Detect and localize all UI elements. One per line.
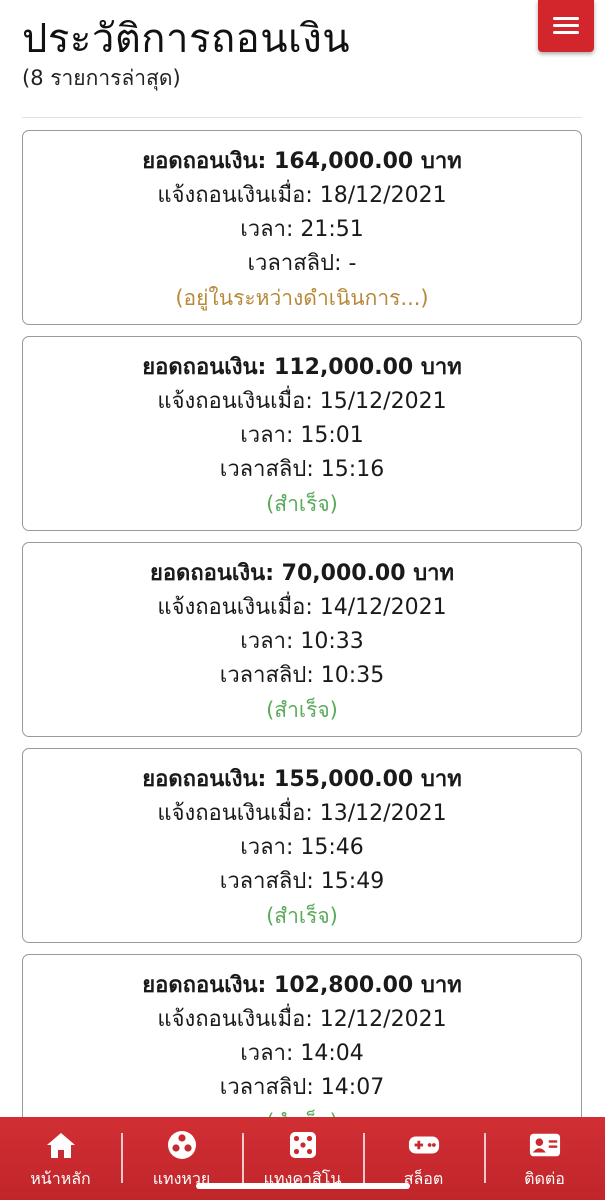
status-success: (สำเร็จ) [266,698,338,722]
slip-time-value: - [348,251,357,276]
time-line: เวลา: 10:33 [23,625,581,659]
withdrawal-amount-line: ยอดถอนเงิน: 112,000.00 บาท [23,351,581,385]
request-date-value: 13/12/2021 [319,801,447,826]
amount-value: 112,000.00 [274,355,414,380]
withdrawal-card: ยอดถอนเงิน: 112,000.00 บาท แจ้งถอนเงินเม… [22,336,582,531]
slip-time-line: เวลาสลิป: 15:49 [23,865,581,899]
slip-time-label: เวลาสลิป: [219,1075,314,1100]
time-value: 14:04 [300,1041,364,1066]
time-label: เวลา: [240,423,294,448]
lottery-ball-icon [166,1129,198,1161]
nav-item-contact[interactable]: ติดต่อ [484,1117,605,1200]
time-value: 21:51 [300,217,364,242]
slip-time-line: เวลาสลิป: 14:07 [23,1071,581,1105]
withdrawal-card: ยอดถอนเงิน: 155,000.00 บาท แจ้งถอนเงินเม… [22,748,582,943]
currency-label: บาท [420,355,462,380]
amount-value: 70,000.00 [281,561,406,586]
request-date-label: แจ้งถอนเงินเมื่อ: [157,1007,313,1032]
page-title: ประวัติการถอนเงิน [22,16,351,62]
status-success: (สำเร็จ) [266,492,338,516]
request-date-label: แจ้งถอนเงินเมื่อ: [157,389,313,414]
slip-time-label: เวลาสลิป: [219,663,314,688]
amount-label: ยอดถอนเงิน: [142,149,267,174]
currency-label: บาท [420,973,462,998]
nav-label-home: หน้าหลัก [30,1169,91,1188]
amount-value: 155,000.00 [274,767,414,792]
withdrawal-card: ยอดถอนเงิน: 164,000.00 บาท แจ้งถอนเงินเม… [22,130,582,325]
request-date-line: แจ้งถอนเงินเมื่อ: 14/12/2021 [23,591,581,625]
nav-label-contact: ติดต่อ [524,1169,565,1188]
amount-value: 164,000.00 [274,149,414,174]
home-icon [45,1129,77,1161]
menu-button[interactable] [538,0,594,52]
slip-time-value: 10:35 [320,663,385,688]
slip-time-line: เวลาสลิป: - [23,247,581,281]
request-date-label: แจ้งถอนเงินเมื่อ: [157,801,313,826]
time-line: เวลา: 15:46 [23,831,581,865]
slip-time-value: 14:07 [320,1075,385,1100]
request-date-line: แจ้งถอนเงินเมื่อ: 12/12/2021 [23,1003,581,1037]
slip-time-label: เวลาสลิป: [219,869,314,894]
time-label: เวลา: [240,629,294,654]
withdrawal-amount-line: ยอดถอนเงิน: 70,000.00 บาท [23,557,581,591]
hamburger-menu-icon [553,16,579,36]
withdrawal-card: ยอดถอนเงิน: 70,000.00 บาท แจ้งถอนเงินเมื… [22,542,582,737]
slip-time-label: เวลาสลิป: [247,251,342,276]
request-date-label: แจ้งถอนเงินเมื่อ: [157,183,313,208]
request-date-value: 18/12/2021 [319,183,447,208]
time-label: เวลา: [240,217,294,242]
withdrawal-amount-line: ยอดถอนเงิน: 164,000.00 บาท [23,145,581,179]
time-label: เวลา: [240,1041,294,1066]
request-date-line: แจ้งถอนเงินเมื่อ: 15/12/2021 [23,385,581,419]
amount-label: ยอดถอนเงิน: [142,767,267,792]
request-date-value: 14/12/2021 [319,595,447,620]
gamepad-icon [408,1129,440,1161]
nav-label-slots: สล็อต [403,1169,444,1188]
status-pending: (อยู่ในระหว่างดำเนินการ...) [175,286,429,310]
request-date-label: แจ้งถอนเงินเมื่อ: [157,595,313,620]
dice-icon [287,1129,319,1161]
time-value: 15:01 [300,423,364,448]
time-label: เวลา: [240,835,294,860]
time-value: 10:33 [300,629,364,654]
header-divider [22,117,582,118]
time-line: เวลา: 15:01 [23,419,581,453]
home-indicator [196,1183,410,1189]
amount-label: ยอดถอนเงิน: [142,973,267,998]
time-line: เวลา: 21:51 [23,213,581,247]
slip-time-line: เวลาสลิป: 15:16 [23,453,581,487]
amount-label: ยอดถอนเงิน: [149,561,274,586]
currency-label: บาท [420,149,462,174]
slip-time-value: 15:16 [320,457,385,482]
currency-label: บาท [420,767,462,792]
slip-time-value: 15:49 [320,869,385,894]
amount-label: ยอดถอนเงิน: [142,355,267,380]
page-header: ประวัติการถอนเงิน (8 รายการล่าสุด) [0,0,605,118]
contact-card-icon [529,1129,561,1161]
currency-label: บาท [413,561,455,586]
withdrawal-amount-line: ยอดถอนเงิน: 155,000.00 บาท [23,763,581,797]
page-subtitle: (8 รายการล่าสุด) [22,66,181,90]
status-success: (สำเร็จ) [266,904,338,928]
withdrawal-list: ยอดถอนเงิน: 164,000.00 บาท แจ้งถอนเงินเม… [22,130,582,1160]
time-line: เวลา: 14:04 [23,1037,581,1071]
slip-time-line: เวลาสลิป: 10:35 [23,659,581,693]
nav-item-home[interactable]: หน้าหลัก [0,1117,121,1200]
slip-time-label: เวลาสลิป: [219,457,314,482]
request-date-value: 15/12/2021 [319,389,447,414]
amount-value: 102,800.00 [274,973,414,998]
request-date-value: 12/12/2021 [319,1007,447,1032]
time-value: 15:46 [300,835,364,860]
withdrawal-amount-line: ยอดถอนเงิน: 102,800.00 บาท [23,969,581,1003]
request-date-line: แจ้งถอนเงินเมื่อ: 13/12/2021 [23,797,581,831]
request-date-line: แจ้งถอนเงินเมื่อ: 18/12/2021 [23,179,581,213]
